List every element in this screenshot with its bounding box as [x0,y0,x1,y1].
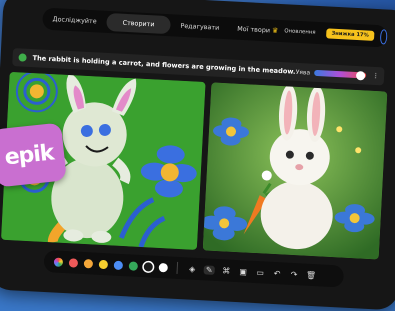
avatar[interactable] [379,28,388,45]
redo-icon[interactable]: ↷ [288,269,299,279]
generated-image[interactable] [202,82,388,260]
brand-sticker: epik [0,122,67,188]
top-nav: Досліджуйте Створити Редагувати Мої твор… [42,7,388,48]
trash-icon[interactable]: 🗑 [305,270,317,280]
color-swatch-green[interactable] [128,260,139,271]
color-swatch-yellow[interactable] [98,259,109,269]
generated-illustration [202,82,388,260]
color-palette-icon[interactable] [53,256,64,267]
color-swatch-orange[interactable] [83,258,94,268]
nav-my-works-label: Мої твори [237,24,271,35]
imagination-label: Уява [295,68,311,77]
shapes-icon[interactable]: ⌘ [221,266,232,276]
folder-icon[interactable]: ▭ [254,267,265,277]
color-swatch-black[interactable] [143,261,154,272]
more-options-icon[interactable]: ⋮ [372,72,379,80]
undo-icon[interactable]: ↶ [271,268,282,278]
color-swatch-white[interactable] [158,262,169,272]
color-swatch-red[interactable] [68,257,79,268]
crown-icon: ♛ [271,26,279,35]
discount-badge[interactable]: Знижка 17% [326,28,375,41]
nav-my-works[interactable]: Мої твори ♛ Оновлення [229,19,324,42]
prompt-text[interactable]: The rabbit is holding a carrot, and flow… [32,54,296,76]
nav-explore[interactable]: Досліджуйте [42,10,107,31]
bottom-toolbar: ◈ ✎ ⌘ ▣ ▭ ↶ ↷ 🗑 [43,249,345,288]
toolbar-divider [176,261,179,274]
slider-knob[interactable] [356,70,366,80]
nav-update[interactable]: Оновлення [280,22,320,42]
fill-icon[interactable]: ◈ [187,264,198,274]
image-icon[interactable]: ▣ [237,267,248,277]
nav-edit[interactable]: Редагувати [170,16,230,37]
color-swatch-blue[interactable] [113,260,124,270]
prompt-status-icon [18,53,27,62]
brand-sticker-text: epik [3,140,55,170]
brush-icon[interactable]: ✎ [203,264,215,275]
imagination-slider[interactable] [314,69,367,80]
nav-create[interactable]: Створити [106,12,171,35]
